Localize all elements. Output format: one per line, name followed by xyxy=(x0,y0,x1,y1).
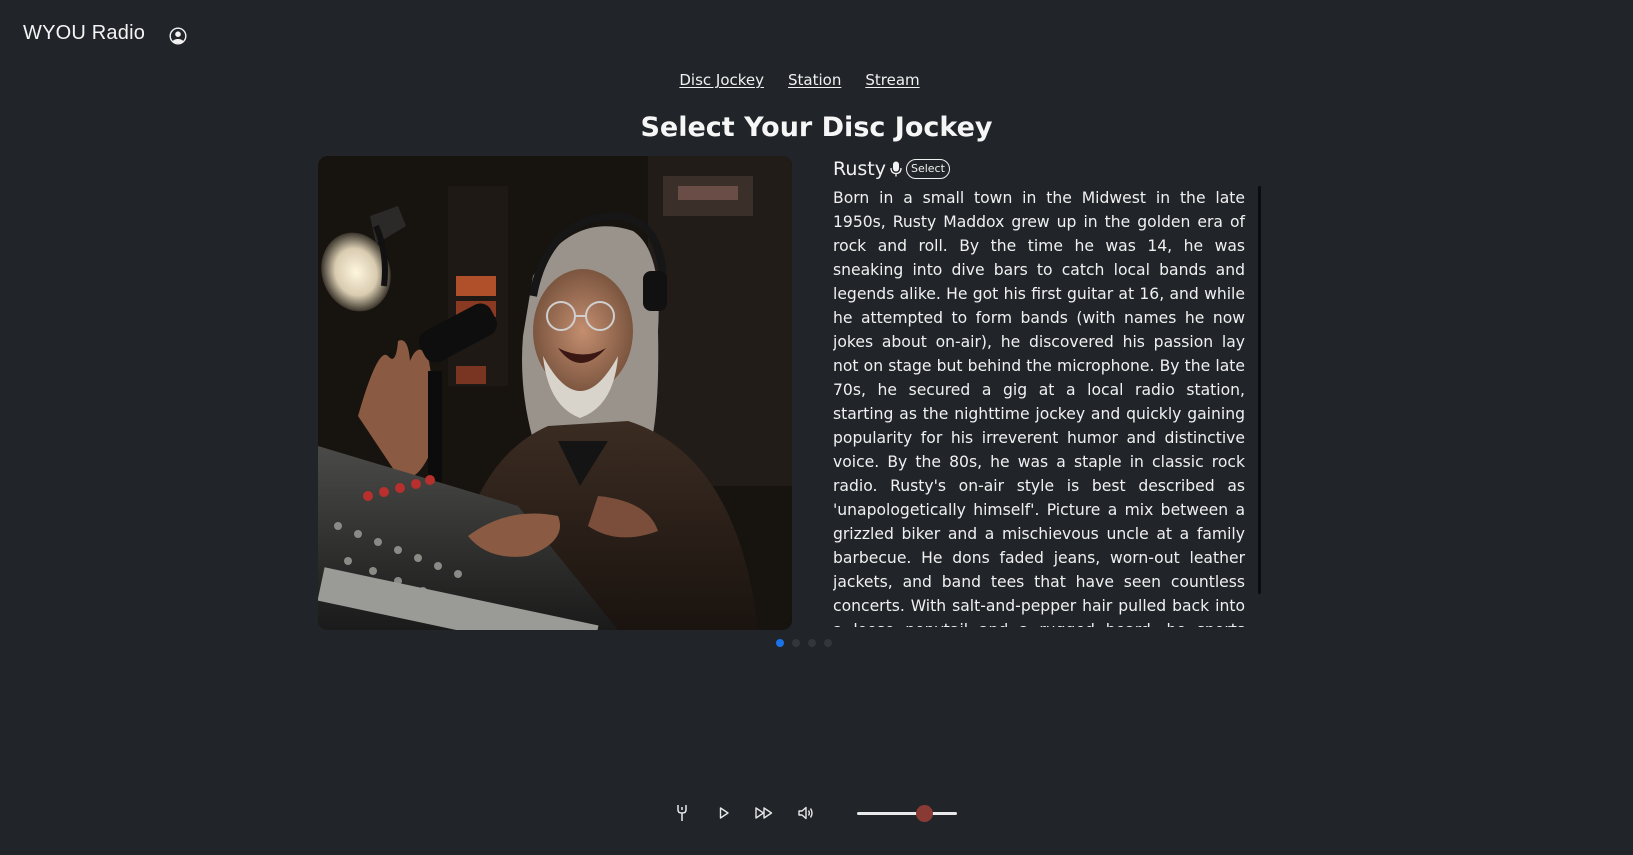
carousel-dots xyxy=(776,639,832,647)
dj-photo-illustration xyxy=(318,156,792,630)
page-title: Select Your Disc Jockey xyxy=(640,112,993,143)
dj-bio: Born in a small town in the Midwest in t… xyxy=(833,189,1245,627)
dj-name: Rusty xyxy=(833,158,886,180)
dj-bio-scroll[interactable]: Born in a small town in the Midwest in t… xyxy=(833,186,1263,627)
play-icon[interactable] xyxy=(714,803,734,823)
top-nav: Disc Jockey Station Stream xyxy=(0,71,1633,89)
bio-scrollbar[interactable] xyxy=(1258,186,1261,594)
mic-tool-icon[interactable] xyxy=(672,803,692,823)
nav-disc-jockey[interactable]: Disc Jockey xyxy=(679,71,764,89)
user-circle-icon[interactable] xyxy=(169,27,187,45)
app: WYOU Radio Disc Jockey Station Stream Se… xyxy=(0,0,1633,855)
carousel-dot-1[interactable] xyxy=(776,639,784,647)
select-dj-button[interactable]: Select xyxy=(905,159,950,179)
nav-station[interactable]: Station xyxy=(788,71,841,89)
volume-slider[interactable] xyxy=(857,803,957,823)
volume-thumb[interactable] xyxy=(916,805,933,822)
nav-stream[interactable]: Stream xyxy=(865,71,919,89)
carousel-dot-3[interactable] xyxy=(808,639,816,647)
dj-photo xyxy=(318,156,792,630)
microphone-icon xyxy=(890,161,902,177)
fast-forward-icon[interactable] xyxy=(754,803,774,823)
carousel-dot-4[interactable] xyxy=(824,639,832,647)
carousel-dot-2[interactable] xyxy=(792,639,800,647)
dj-header: Rusty Select xyxy=(833,158,950,180)
player-controls xyxy=(672,803,816,823)
volume-track xyxy=(857,812,957,815)
volume-icon[interactable] xyxy=(796,803,816,823)
brand-title[interactable]: WYOU Radio xyxy=(23,22,145,45)
